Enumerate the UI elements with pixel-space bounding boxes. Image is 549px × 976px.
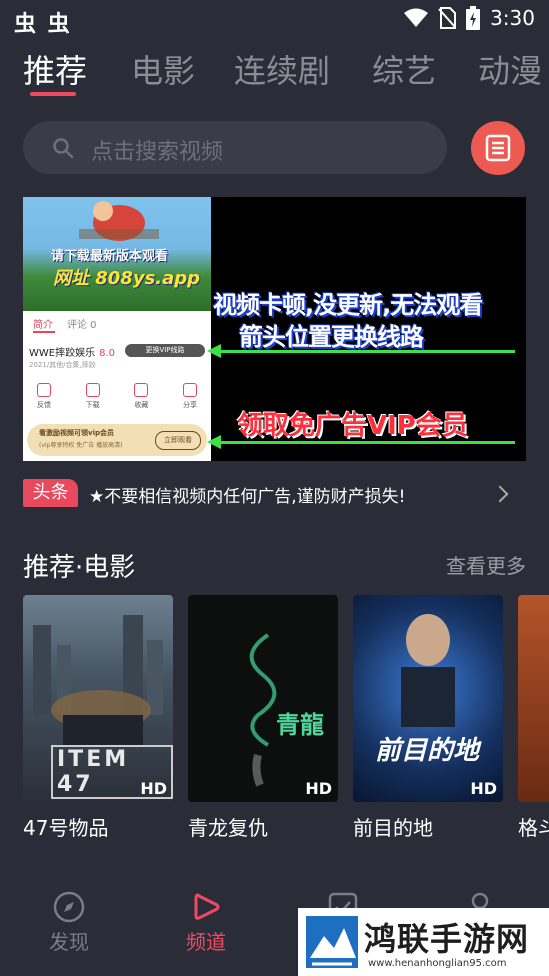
share-icon [182, 383, 197, 397]
portrait-figure-icon [401, 614, 455, 727]
poster-title: 青龍 [276, 710, 324, 739]
movie-title: 青龙复仇 [188, 816, 268, 840]
mock-vip-bar: 看激励视频可领vip会员 (vip尊享特权 免广告 播放高清) 立即观看 [27, 424, 207, 456]
movie-carousel: ITEM 47 HD 47号物品 青龍 HD 青龙复仇 前目的地 HD 前目的地… [23, 595, 549, 845]
watermark-title: 鸿联手游网 [364, 920, 530, 958]
poster-title: 前目的地 [375, 736, 480, 766]
mock-action-label: 收藏 [134, 401, 149, 409]
headline-text: ★不要相信视频内任何广告,谨防财产损失! [89, 487, 406, 507]
mock-tab-underline [33, 331, 55, 333]
tab-variety[interactable]: 综艺 [372, 46, 436, 92]
see-more-link[interactable]: 查看更多 [446, 550, 526, 579]
movie-card[interactable]: 前目的地 HD 前目的地 [353, 595, 503, 841]
hd-badge: HD [140, 779, 167, 798]
status-bar: 虫 虫 3:30 [0, 0, 549, 38]
site-watermark: 鸿联手游网 www.henanhonglian95.com [298, 908, 549, 976]
banner-thumbnail: 请下载最新版本观看 网址 808ys.app [23, 197, 211, 311]
mock-tab-intro: 简介 [33, 320, 53, 331]
mock-switch-line-chip: 更换VIP线路 [125, 344, 205, 357]
banner-line-2: 箭头位置更换线路 [239, 323, 424, 351]
search-icon [53, 138, 74, 159]
movie-poster [518, 595, 549, 802]
nav-discover-label: 发现 [49, 930, 89, 954]
nav-channels[interactable]: 频道 [166, 890, 246, 955]
search-input[interactable]: 点击搜索视频 [23, 121, 447, 174]
movie-title: 前目的地 [353, 816, 433, 840]
movie-poster: 前目的地 HD [353, 595, 503, 802]
no-sim-icon [438, 7, 457, 29]
headline-tag: 头条 [23, 479, 78, 507]
download-icon [85, 383, 100, 397]
mock-vip-sub: (vip尊享特权 免广告 播放高清) [39, 442, 123, 449]
banner-line-1: 视频卡顿,没更新,无法观看 [213, 291, 483, 319]
list-icon [485, 134, 511, 162]
mock-title: WWE摔跤娱乐 [29, 348, 96, 359]
feedback-icon [37, 383, 51, 397]
movie-title: 47号物品 [23, 816, 109, 840]
movie-title: 格斗 [518, 816, 549, 840]
category-tabs: 推荐 电影 连续剧 综艺 动漫 [0, 46, 549, 98]
watermark-url: www.henanhonglian95.com [368, 958, 507, 969]
mock-actions: 反馈 下载 收藏 分享 [29, 383, 205, 410]
nav-discover[interactable]: 发现 [29, 890, 109, 955]
active-tab-indicator [30, 92, 76, 96]
arrow-head-icon [207, 435, 221, 449]
mock-vip-button: 立即观看 [155, 431, 201, 450]
dragon-smoke-icon [249, 633, 277, 787]
section-title: 推荐·电影 [23, 553, 136, 583]
compass-icon [53, 891, 85, 923]
mock-vip-title: 看激励视频可领vip会员 [39, 429, 114, 437]
hd-badge: HD [305, 779, 332, 798]
mock-tab-comments: 评论 0 [67, 320, 97, 331]
nav-channels-label: 频道 [186, 930, 226, 954]
hd-badge: HD [470, 779, 497, 798]
headline-notice[interactable]: 头条 ★不要相信视频内任何广告,谨防财产损失! [23, 476, 526, 510]
movie-poster: ITEM 47 HD [23, 595, 173, 802]
history-list-button[interactable] [471, 121, 525, 175]
search-placeholder: 点击搜索视频 [91, 140, 224, 165]
chevron-right-icon [491, 485, 509, 503]
tab-movies[interactable]: 电影 [131, 46, 195, 92]
tab-anime[interactable]: 动漫 [478, 46, 542, 92]
promo-banner[interactable]: 请下载最新版本观看 网址 808ys.app 简介 评论 0 WWE摔跤娱乐 8.0… [23, 197, 526, 461]
tab-recommend[interactable]: 推荐 [23, 46, 87, 92]
wifi-icon [404, 8, 429, 27]
watermark-logo-icon [306, 916, 358, 968]
play-icon [194, 893, 220, 920]
arrow-line [219, 441, 515, 444]
mock-score: 8.0 [99, 348, 115, 359]
banner-line-3: 领取免广告VIP会员 [237, 411, 468, 441]
movie-card[interactable]: 格斗 [518, 595, 549, 841]
arrow-head-icon [207, 344, 221, 358]
movie-card[interactable]: ITEM 47 HD 47号物品 [23, 595, 173, 841]
arrow-line [219, 350, 515, 353]
url-text: 网址 808ys.app [53, 268, 201, 289]
mock-action-label: 下载 [85, 401, 100, 409]
tab-series[interactable]: 连续剧 [234, 46, 330, 92]
notification-icons: 虫 虫 [14, 12, 72, 37]
clock: 3:30 [490, 6, 535, 30]
mock-action-label: 分享 [182, 401, 197, 409]
movie-card[interactable]: 青龍 HD 青龙复仇 [188, 595, 338, 841]
movie-poster: 青龍 HD [188, 595, 338, 802]
mock-action-label: 反馈 [37, 401, 51, 409]
battery-charging-icon [466, 6, 481, 30]
app-screenshot-mock: 简介 评论 0 WWE摔跤娱乐 8.0 2021/其他/合集,摔跤 更换VIP线路 … [23, 311, 211, 461]
mock-meta: 2021/其他/合集,摔跤 [29, 361, 96, 369]
heart-icon [134, 383, 149, 397]
download-text: 请下载最新版本观看 [51, 249, 169, 264]
